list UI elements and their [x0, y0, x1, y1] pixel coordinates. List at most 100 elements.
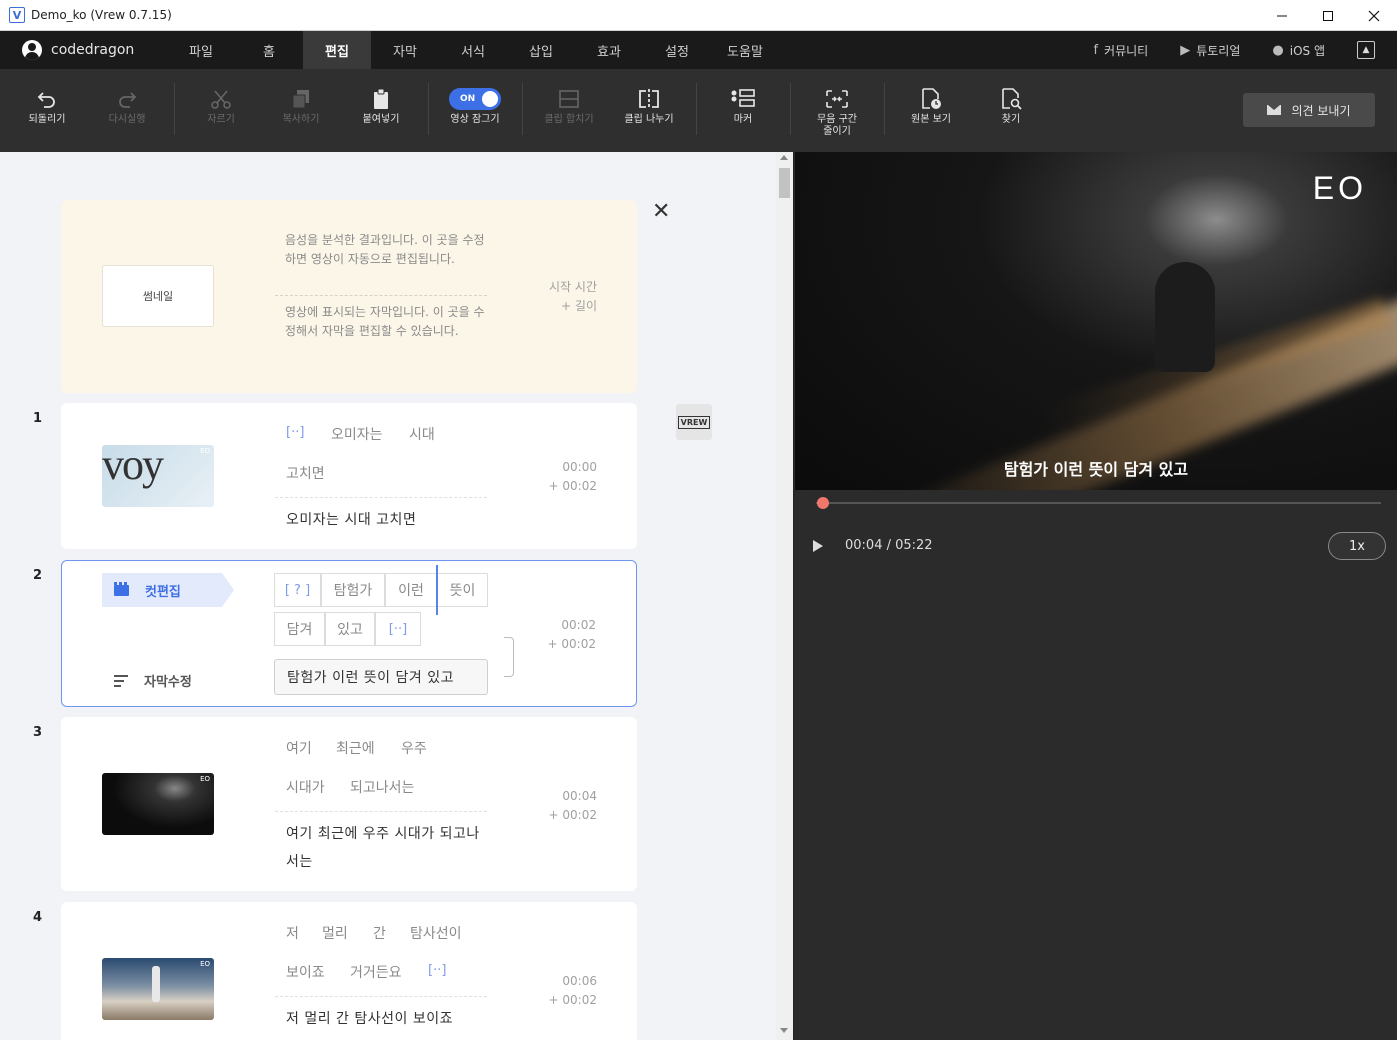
community-label: 커뮤니티: [1104, 43, 1149, 58]
lock-video-label: 영상 잠그기: [450, 114, 500, 125]
clip-time: 00:02 + 00:02: [548, 616, 596, 654]
toolbar-divider: [790, 83, 791, 135]
video-frame[interactable]: EO 탐험가 이런 뜻이 담겨 있고: [795, 152, 1397, 490]
redo-button[interactable]: 다시실행: [102, 69, 152, 152]
clip-card-3[interactable]: EO 여기 최근에 우주 시대가 되고나서는 여기 최근에 우주 시대가 되고나…: [61, 717, 637, 891]
word[interactable]: 탐사선이: [410, 923, 462, 943]
cut-button[interactable]: 자르기: [196, 69, 246, 152]
subtitle-edit-tab[interactable]: 자막수정: [114, 671, 192, 690]
menu-help[interactable]: 도움말: [711, 31, 779, 69]
clip-editor-panel[interactable]: ✕ 썸네일 음성을 분석한 결과입니다. 이 곳을 수정하면 영상이 자동으로 …: [0, 152, 793, 1040]
clip-subtitle[interactable]: 여기 최근에 우주 시대가 되고나서는: [286, 820, 486, 876]
ios-app-link[interactable]: ● iOS 앱: [1272, 42, 1325, 59]
merge-clip-button[interactable]: 클립 합치기: [539, 69, 599, 152]
scissors-icon: [209, 86, 233, 112]
word-box[interactable]: 뜻이: [437, 573, 488, 607]
word[interactable]: 거거든요: [350, 962, 402, 982]
collapse-toolbar-icon[interactable]: ▲: [1357, 41, 1375, 59]
menu-effects[interactable]: 효과: [575, 31, 643, 69]
menu-insert[interactable]: 삽입: [507, 31, 575, 69]
clip-card-1[interactable]: voy EO [··] 오미자는 시대 고치면 오미자는 시대 고치면 00:0…: [61, 403, 637, 549]
seek-knob[interactable]: [816, 497, 829, 509]
clip-length: + 00:02: [548, 993, 597, 1007]
user-avatar-icon: [22, 40, 42, 60]
word[interactable]: 여기: [286, 738, 312, 758]
clip-subtitle[interactable]: 오미자는 시대 고치면: [286, 506, 486, 534]
clip-time: 00:00 + 00:02: [549, 458, 597, 496]
word-box[interactable]: 이런: [385, 573, 437, 607]
word[interactable]: 보이죠: [286, 962, 325, 982]
menu-settings[interactable]: 설정: [643, 31, 711, 69]
menu-home[interactable]: 홈: [235, 31, 303, 69]
maximize-icon[interactable]: [1305, 0, 1351, 31]
merge-clip-icon: [557, 86, 581, 112]
guide-thumbnail: 썸네일: [102, 265, 214, 327]
editor-scrollbar[interactable]: [776, 152, 793, 1040]
clip-subtitle[interactable]: 저 멀리 간 탐사선이 보이죠: [286, 1005, 486, 1033]
envelope-icon: [1267, 105, 1282, 115]
clip-divider: [275, 497, 487, 498]
playback-speed-button[interactable]: 1x: [1328, 532, 1386, 560]
ios-app-label: iOS 앱: [1289, 43, 1325, 58]
paste-button[interactable]: 붙여넣기: [356, 69, 406, 152]
lock-video-toggle[interactable]: ON 영상 잠그기: [444, 69, 506, 152]
subtitle-input[interactable]: 탐험가 이런 뜻이 담겨 있고: [274, 659, 488, 695]
cut-edit-tab[interactable]: 컷편집: [102, 573, 234, 607]
word[interactable]: 간: [373, 923, 386, 943]
word-box-unknown[interactable]: [ ? ]: [274, 573, 321, 607]
word-box-gap[interactable]: [··]: [375, 612, 421, 646]
play-icon[interactable]: [813, 540, 823, 552]
clip-time: 00:04 + 00:02: [549, 787, 597, 825]
clip-thumbnail[interactable]: voy EO: [102, 445, 214, 507]
guide-divider: [275, 295, 487, 296]
word-box[interactable]: 있고: [325, 612, 375, 646]
edit-toolbar: 되돌리기 다시실행 자르기 복사하기 붙여넣기 ON 영상 잠그기 클립 합치기…: [0, 69, 1397, 152]
vrew-badge-icon[interactable]: VREW: [676, 404, 712, 440]
word[interactable]: 오미자는: [331, 424, 383, 444]
clip-number: 4: [33, 910, 43, 925]
menu-file[interactable]: 파일: [167, 31, 235, 69]
seek-bar[interactable]: [816, 502, 1381, 504]
scroll-up-icon[interactable]: [780, 155, 788, 160]
close-guide-icon[interactable]: ✕: [652, 201, 670, 223]
word-gap[interactable]: [··]: [286, 425, 304, 440]
copy-button[interactable]: 복사하기: [276, 69, 326, 152]
tutorial-link[interactable]: ▶ 튜토리얼: [1180, 42, 1240, 59]
lock-video-switch[interactable]: ON: [449, 88, 501, 110]
find-button[interactable]: 찾기: [986, 69, 1036, 152]
word-box[interactable]: 담겨: [274, 612, 325, 646]
clip-card-2[interactable]: 컷편집 자막수정 [ ? ] 탐험가 이런 뜻이 담겨 있고 [··] 탐험가 …: [61, 560, 637, 707]
menu-format[interactable]: 서식: [439, 31, 507, 69]
close-icon[interactable]: [1351, 0, 1397, 31]
menu-subtitle[interactable]: 자막: [371, 31, 439, 69]
split-clip-button[interactable]: 클립 나누기: [619, 69, 679, 152]
user-account[interactable]: codedragon: [22, 40, 167, 60]
clip-number: 1: [33, 411, 43, 426]
shrink-silence-icon: [824, 86, 850, 112]
view-original-button[interactable]: 원본 보기: [904, 69, 958, 152]
word[interactable]: 되고나서는: [350, 777, 414, 797]
clip-thumbnail[interactable]: EO: [102, 958, 214, 1020]
guide-time-legend: 시작 시간 + 길이: [549, 278, 597, 316]
undo-button[interactable]: 되돌리기: [22, 69, 72, 152]
word[interactable]: 우주: [401, 738, 427, 758]
clip-thumbnail[interactable]: EO: [102, 773, 214, 835]
shrink-silence-button[interactable]: 무음 구간 줄이기: [806, 69, 868, 152]
community-link[interactable]: f 커뮤니티: [1093, 42, 1148, 59]
clip-card-4[interactable]: EO 저 멀리 간 탐사선이 보이죠 거거든요 [··] 저 멀리 간 탐사선이…: [61, 902, 637, 1040]
word[interactable]: 멀리: [322, 923, 348, 943]
word[interactable]: 고치면: [286, 463, 325, 483]
scroll-down-icon[interactable]: [780, 1028, 788, 1033]
word[interactable]: 최근에: [336, 738, 375, 758]
feedback-button[interactable]: 의견 보내기: [1243, 93, 1375, 127]
minimize-icon[interactable]: [1259, 0, 1305, 31]
word[interactable]: 시대: [409, 424, 435, 444]
clip-time: 00:06 + 00:02: [549, 972, 597, 1010]
word-gap[interactable]: [··]: [428, 963, 446, 978]
scrollbar-thumb[interactable]: [779, 168, 790, 198]
menu-edit[interactable]: 편집: [303, 31, 371, 69]
word[interactable]: 저: [286, 923, 299, 943]
word[interactable]: 시대가: [286, 777, 325, 797]
word-box[interactable]: 탐험가: [321, 573, 385, 607]
marker-button[interactable]: 마커: [718, 69, 768, 152]
